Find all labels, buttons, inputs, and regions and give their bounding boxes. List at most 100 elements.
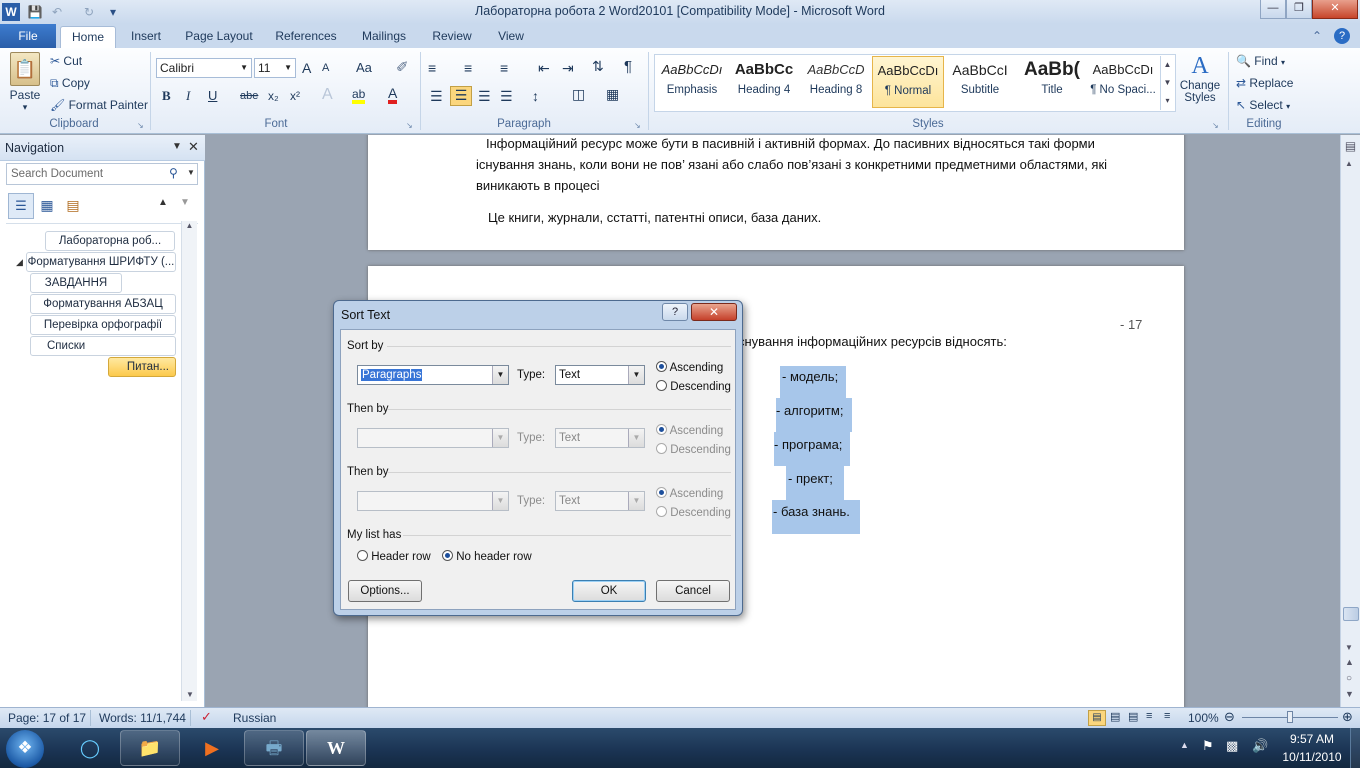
sort-icon[interactable]: ⇅ (592, 58, 604, 75)
bold-button[interactable]: B (162, 88, 171, 104)
nav-item-pytannya[interactable]: Питан... (108, 357, 176, 377)
clear-formatting-icon[interactable]: ✐ (396, 58, 409, 76)
align-center-icon[interactable]: ☰ (450, 86, 472, 106)
cut-button[interactable]: ✂ Cut (50, 54, 82, 68)
pages-view-icon[interactable]: ▦ (34, 193, 60, 219)
descending-radio[interactable]: Descending (656, 380, 731, 393)
type-select[interactable]: Text ▼ (555, 365, 645, 385)
then-by-select[interactable]: ▼ (357, 428, 509, 448)
subscript-button[interactable]: x₂ (268, 89, 279, 103)
change-styles-button[interactable]: A Change Styles (1178, 52, 1222, 104)
dialog-launcher-icon[interactable]: ↘ (137, 121, 144, 130)
shrink-font-button[interactable]: A (322, 62, 329, 74)
start-button[interactable]: ❖ (6, 730, 44, 768)
action-center-flag-icon[interactable]: ⚑ (1202, 738, 1214, 754)
style-no-spacing[interactable]: AaBbCcDı ¶ No Spaci... (1088, 56, 1158, 108)
zoom-out-icon[interactable]: ⊖ (1224, 709, 1235, 725)
select-button[interactable]: ↖ Select ▾ (1236, 98, 1290, 112)
superscript-button[interactable]: x² (290, 89, 300, 103)
shading-icon[interactable]: ◫ (572, 86, 585, 103)
previous-heading-icon[interactable]: ▲ (158, 197, 168, 208)
collapse-triangle-icon[interactable]: ◢ (16, 257, 23, 268)
tab-page-layout[interactable]: Page Layout (180, 26, 258, 48)
nav-item-laboratorna[interactable]: Лабораторна роб... (45, 231, 175, 251)
copy-button[interactable]: ⧉ Copy (50, 76, 90, 91)
print-layout-icon[interactable]: ▤ (1088, 710, 1106, 726)
multilevel-list-icon[interactable]: ≡ (500, 60, 508, 76)
format-painter-button[interactable]: 🖌 Format Painter (50, 98, 148, 112)
next-page-icon[interactable]: ▼ (1345, 689, 1354, 699)
scroll-up-icon[interactable]: ▲ (1345, 159, 1353, 168)
pane-options-icon[interactable]: ▼ (172, 141, 182, 152)
tab-file[interactable]: File (0, 24, 56, 48)
header-row-radio[interactable]: Header row (357, 550, 431, 563)
close-pane-icon[interactable]: ✕ (188, 139, 199, 155)
styles-dialog-launcher-icon[interactable]: ↘ (1212, 121, 1219, 130)
nav-item-formatting-paragraph[interactable]: Форматування АБЗАЦ (30, 294, 176, 314)
font-name-combo[interactable]: Calibri ▼ (156, 58, 252, 78)
line-spacing-icon[interactable]: ↕ (532, 88, 539, 104)
decrease-indent-icon[interactable]: ⇤ (538, 60, 550, 77)
tab-home[interactable]: Home (60, 26, 116, 48)
internet-explorer-icon[interactable]: ◯ (60, 730, 120, 766)
browse-object-icon[interactable]: ○ (1346, 673, 1352, 684)
search-document-input[interactable]: Search Document ⚲ ▼ (6, 163, 198, 185)
tab-view[interactable]: View (490, 26, 532, 48)
strikethrough-button[interactable]: abe (240, 90, 258, 102)
zoom-slider-thumb[interactable] (1287, 711, 1293, 723)
cancel-button[interactable]: Cancel (656, 580, 730, 602)
volume-icon[interactable]: 🔊 (1252, 738, 1268, 754)
next-heading-icon[interactable]: ▼ (180, 197, 190, 208)
style-heading-4[interactable]: AaBbCc Heading 4 (728, 56, 800, 108)
previous-page-icon[interactable]: ▲ (1345, 657, 1354, 667)
search-options-icon[interactable]: ▼ (187, 168, 195, 177)
replace-button[interactable]: ⇄ Replace (1236, 76, 1293, 90)
numbering-icon[interactable]: ≡ (464, 60, 472, 76)
type-select-2[interactable]: Text ▼ (555, 428, 645, 448)
change-case-button[interactable]: Aa (356, 60, 372, 75)
style-heading-8[interactable]: AaBbCcD Heading 8 (800, 56, 872, 108)
vertical-scrollbar[interactable]: ▤ ▲ ▼ ▲ ○ ▼ (1340, 135, 1360, 707)
ascending-radio[interactable]: Ascending (656, 361, 723, 374)
align-left-icon[interactable]: ☰ (430, 88, 443, 105)
nav-item-zavdannya[interactable]: ЗАВДАННЯ (30, 273, 122, 293)
no-header-row-radio[interactable]: No header row (442, 550, 532, 563)
options-button[interactable]: Options... (348, 580, 422, 602)
ok-button[interactable]: OK (572, 580, 646, 602)
scroll-thumb[interactable] (1343, 607, 1359, 621)
dialog-close-button[interactable]: ✕ (691, 303, 737, 321)
nav-item-lists[interactable]: Списки (30, 336, 176, 356)
nav-item-formatting-font[interactable]: Форматування ШРИФТУ (... (26, 252, 176, 272)
grow-font-button[interactable]: A (302, 60, 311, 76)
borders-icon[interactable]: ▦ (606, 86, 619, 103)
font-dialog-launcher-icon[interactable]: ↘ (406, 121, 413, 130)
network-icon[interactable]: ▩ (1226, 738, 1238, 754)
tab-mailings[interactable]: Mailings (354, 26, 414, 48)
ruler-toggle-icon[interactable]: ▤ (1344, 139, 1357, 155)
search-icon[interactable]: ⚲ (169, 166, 178, 180)
type-select-3[interactable]: Text ▼ (555, 491, 645, 511)
align-right-icon[interactable]: ☰ (478, 88, 491, 105)
show-desktop-button[interactable] (1350, 728, 1360, 768)
page-count-status[interactable]: Page: 17 of 17 (8, 711, 86, 725)
increase-indent-icon[interactable]: ⇥ (562, 60, 574, 77)
descending-radio-3[interactable]: Descending (656, 506, 731, 519)
clock-time[interactable]: 9:57 AM (1276, 732, 1348, 746)
find-button[interactable]: 🔍 Find ▾ (1236, 54, 1285, 68)
paste-button[interactable]: 📋 Paste ▾ (8, 52, 42, 114)
nav-scrollbar[interactable]: ▲ ▼ (181, 221, 197, 701)
explorer-folder-icon[interactable]: 📁 (120, 730, 180, 766)
tab-insert[interactable]: Insert (122, 26, 170, 48)
clock-date[interactable]: 10/11/2010 (1276, 750, 1348, 764)
minimize-button[interactable]: — (1260, 0, 1286, 19)
italic-button[interactable]: I (186, 88, 190, 104)
then-by-select-2[interactable]: ▼ (357, 491, 509, 511)
ribbon-minimize-icon[interactable]: ⌃ (1312, 29, 1322, 43)
full-screen-reading-icon[interactable]: ▤ (1110, 710, 1120, 723)
zoom-level[interactable]: 100% (1188, 711, 1219, 725)
close-button[interactable]: ✕ (1312, 0, 1358, 19)
styles-scroll-icon[interactable]: ▲ ▼ ▾ (1160, 56, 1174, 110)
help-icon[interactable]: ? (1334, 28, 1350, 44)
maximize-button[interactable]: ❐ (1286, 0, 1312, 19)
show-formatting-button[interactable]: ¶ (624, 58, 632, 75)
